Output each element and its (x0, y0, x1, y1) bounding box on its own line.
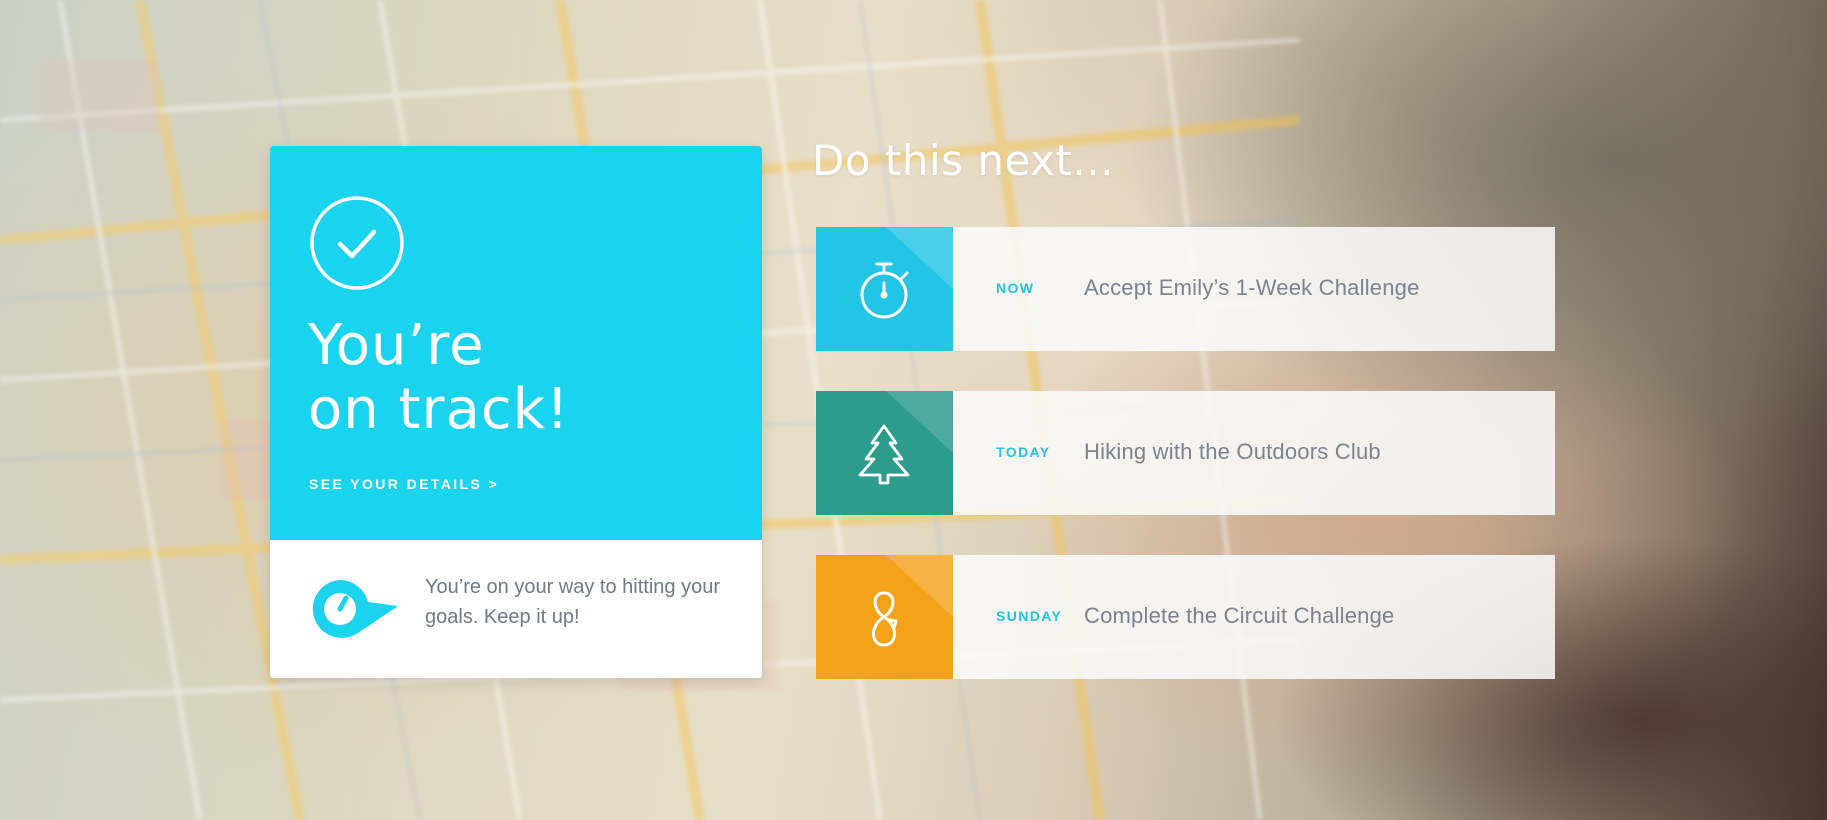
task-when-label: SUNDAY (996, 608, 1063, 624)
circuit-loop-icon (872, 591, 898, 647)
task-icon-tile (816, 391, 953, 515)
app-screen: You’re on track! SEE YOUR DETAILS > You’… (0, 0, 1827, 820)
see-details-link[interactable]: SEE YOUR DETAILS > (309, 476, 499, 492)
status-message: You’re on your way to hitting your goals… (425, 576, 720, 628)
pine-tree-icon (858, 424, 910, 485)
next-heading: Do this next... (812, 136, 1114, 185)
location-pin-icon (312, 580, 398, 638)
stopwatch-icon (860, 262, 909, 319)
status-message-panel: You’re on your way to hitting your goals… (270, 540, 762, 678)
task-item-sunday[interactable]: SUNDAY Complete the Circuit Challenge (816, 555, 1555, 679)
task-item-now[interactable]: NOW Accept Emily’s 1-Week Challenge (816, 227, 1555, 351)
task-item-today[interactable]: TODAY Hiking with the Outdoors Club (816, 391, 1555, 515)
check-circle-icon (310, 196, 404, 290)
task-when-label: TODAY (996, 444, 1051, 460)
status-title-line1: You’re (308, 313, 485, 378)
task-body: SUNDAY Complete the Circuit Challenge (953, 555, 1555, 679)
task-title: Complete the Circuit Challenge (1084, 603, 1395, 628)
status-card: You’re on track! SEE YOUR DETAILS > You’… (270, 146, 762, 678)
task-icon-tile (816, 555, 953, 679)
status-card-header: You’re on track! SEE YOUR DETAILS > (270, 146, 762, 540)
task-body: NOW Accept Emily’s 1-Week Challenge (953, 227, 1555, 351)
status-title: You’re on track! (308, 314, 748, 442)
task-icon-tile (816, 227, 953, 351)
task-title: Accept Emily’s 1-Week Challenge (1084, 275, 1420, 300)
status-title-line2: on track! (308, 377, 570, 442)
task-title: Hiking with the Outdoors Club (1084, 439, 1381, 464)
task-when-label: NOW (996, 280, 1035, 296)
task-body: TODAY Hiking with the Outdoors Club (953, 391, 1555, 515)
